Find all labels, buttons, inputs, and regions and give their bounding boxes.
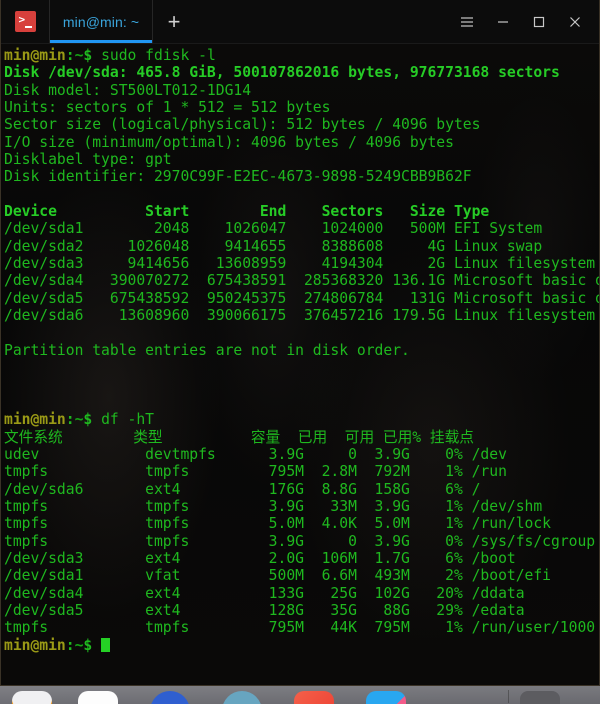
app-icon-underscore <box>24 26 32 28</box>
fdisk-io-size: I/O size (minimum/optimal): 4096 bytes /… <box>4 133 454 151</box>
partition-table-header: Device Start End Sectors Size Type <box>4 203 490 221</box>
window-controls <box>449 0 599 43</box>
table-row: /dev/sda2 1026048 9414655 8388608 4G Lin… <box>4 237 543 255</box>
trash-icon[interactable] <box>520 691 560 704</box>
terminal-scrollback: min@min:~$ sudo fdisk -l Disk /dev/sda: … <box>1 44 599 654</box>
prompt-dollar: $ <box>83 47 93 64</box>
table-row: /dev/sda3 9414656 13608959 4194304 2G Li… <box>4 255 596 273</box>
finder-icon[interactable] <box>12 691 52 704</box>
terminal-output-area[interactable]: min@min:~$ sudo fdisk -l Disk /dev/sda: … <box>1 44 599 685</box>
text-cursor <box>101 637 110 652</box>
hamburger-menu-icon[interactable] <box>449 0 485 44</box>
table-row: /dev/sda6 13608960 390066175 376457216 1… <box>4 307 596 325</box>
table-row: /dev/sda5 ext4 128G 35G 88G 29% /edata <box>4 602 525 619</box>
table-row: /dev/sda3 ext4 2.0G 106M 1.7G 6% /boot <box>4 549 516 567</box>
fdisk-order-note: Partition table entries are not in disk … <box>4 341 410 359</box>
prompt-line-active: min@min:~$ <box>4 637 599 654</box>
prompt-dollar: $ <box>83 636 93 654</box>
app-icon-container: > <box>1 0 49 43</box>
terminal-window: > min@min: ~ + min@min:~$ sudo fdisk -l … <box>0 0 600 686</box>
table-row: /dev/sda4 ext4 133G 25G 102G 20% /ddata <box>4 584 525 602</box>
table-row: tmpfs tmpfs 3.9G 33M 3.9G 1% /dev/shm <box>4 497 543 515</box>
table-row: tmpfs tmpfs 795M 2.8M 792M 1% /run <box>4 463 507 481</box>
calendar-icon[interactable] <box>78 691 118 704</box>
df-table-header: 文件系统 类型 容量 已用 可用 已用% 挂载点 <box>4 428 474 446</box>
prompt-line-2: min@min:~$ df -hT <box>4 411 599 428</box>
photos-icon[interactable] <box>366 691 406 704</box>
table-row: /dev/sda4 390070272 675438591 285368320 … <box>4 272 599 290</box>
fdisk-disk-line: Disk /dev/sda: 465.8 GiB, 500107862016 b… <box>4 64 560 82</box>
prompt-user-host: min@min <box>4 636 66 654</box>
prompt-line-1: min@min:~$ sudo fdisk -l <box>4 47 599 64</box>
table-row: tmpfs tmpfs 5.0M 4.0K 5.0M 1% /run/lock <box>4 515 552 533</box>
tab-title: min@min: ~ <box>62 13 140 30</box>
prompt-colon: : <box>65 636 75 654</box>
table-row: /dev/sda5 675438592 950245375 274806784 … <box>4 289 599 307</box>
prompt-user-host: min@min <box>4 47 66 64</box>
fdisk-sector-size: Sector size (logical/physical): 512 byte… <box>4 116 481 134</box>
table-row: /dev/sda1 vfat 500M 6.6M 493M 2% /boot/e… <box>4 567 552 585</box>
fdisk-units: Units: sectors of 1 * 512 = 512 bytes <box>4 99 331 117</box>
prompt-colon: : <box>65 47 75 64</box>
prompt-colon: : <box>65 411 75 429</box>
new-tab-button[interactable]: + <box>153 0 195 43</box>
plus-icon: + <box>167 8 181 34</box>
dock <box>0 686 600 704</box>
titlebar-drag-area[interactable] <box>195 0 449 43</box>
screen: > min@min: ~ + min@min:~$ sudo fdisk -l … <box>0 0 600 704</box>
table-row: udev devtmpfs 3.9G 0 3.9G 0% /dev <box>4 445 507 463</box>
fdisk-disk-model: Disk model: ST500LT012-1DG14 <box>4 81 252 99</box>
command-fdisk: sudo fdisk -l <box>92 47 216 64</box>
close-icon[interactable] <box>557 0 593 44</box>
maximize-icon[interactable] <box>521 0 557 44</box>
table-row: /dev/sda1 2048 1026047 1024000 500M EFI … <box>4 220 543 238</box>
command-input[interactable] <box>92 637 101 654</box>
dock-separator <box>508 690 509 703</box>
title-bar: > min@min: ~ + <box>1 0 599 44</box>
tab-active[interactable]: min@min: ~ <box>49 0 153 43</box>
app-icon-chevron: > <box>18 13 26 26</box>
fdisk-identifier: Disk identifier: 2970C99F-E2EC-4673-9898… <box>4 168 472 186</box>
fdisk-disklabel: Disklabel type: gpt <box>4 151 172 169</box>
prompt-dollar: $ <box>83 411 93 429</box>
table-row: tmpfs tmpfs 3.9G 0 3.9G 0% /sys/fs/cgrou… <box>4 532 596 550</box>
command-df: df -hT <box>92 411 155 429</box>
tab-active-indicator <box>50 40 152 43</box>
table-row: tmpfs tmpfs 795M 44K 795M 1% /run/user/1… <box>4 619 596 637</box>
terminal-prompt-icon: > <box>14 11 36 32</box>
music-icon[interactable] <box>294 691 334 704</box>
minimize-icon[interactable] <box>485 0 521 44</box>
table-row: /dev/sda6 ext4 176G 8.8G 158G 6% / <box>4 480 481 498</box>
prompt-user-host: min@min <box>4 411 66 429</box>
